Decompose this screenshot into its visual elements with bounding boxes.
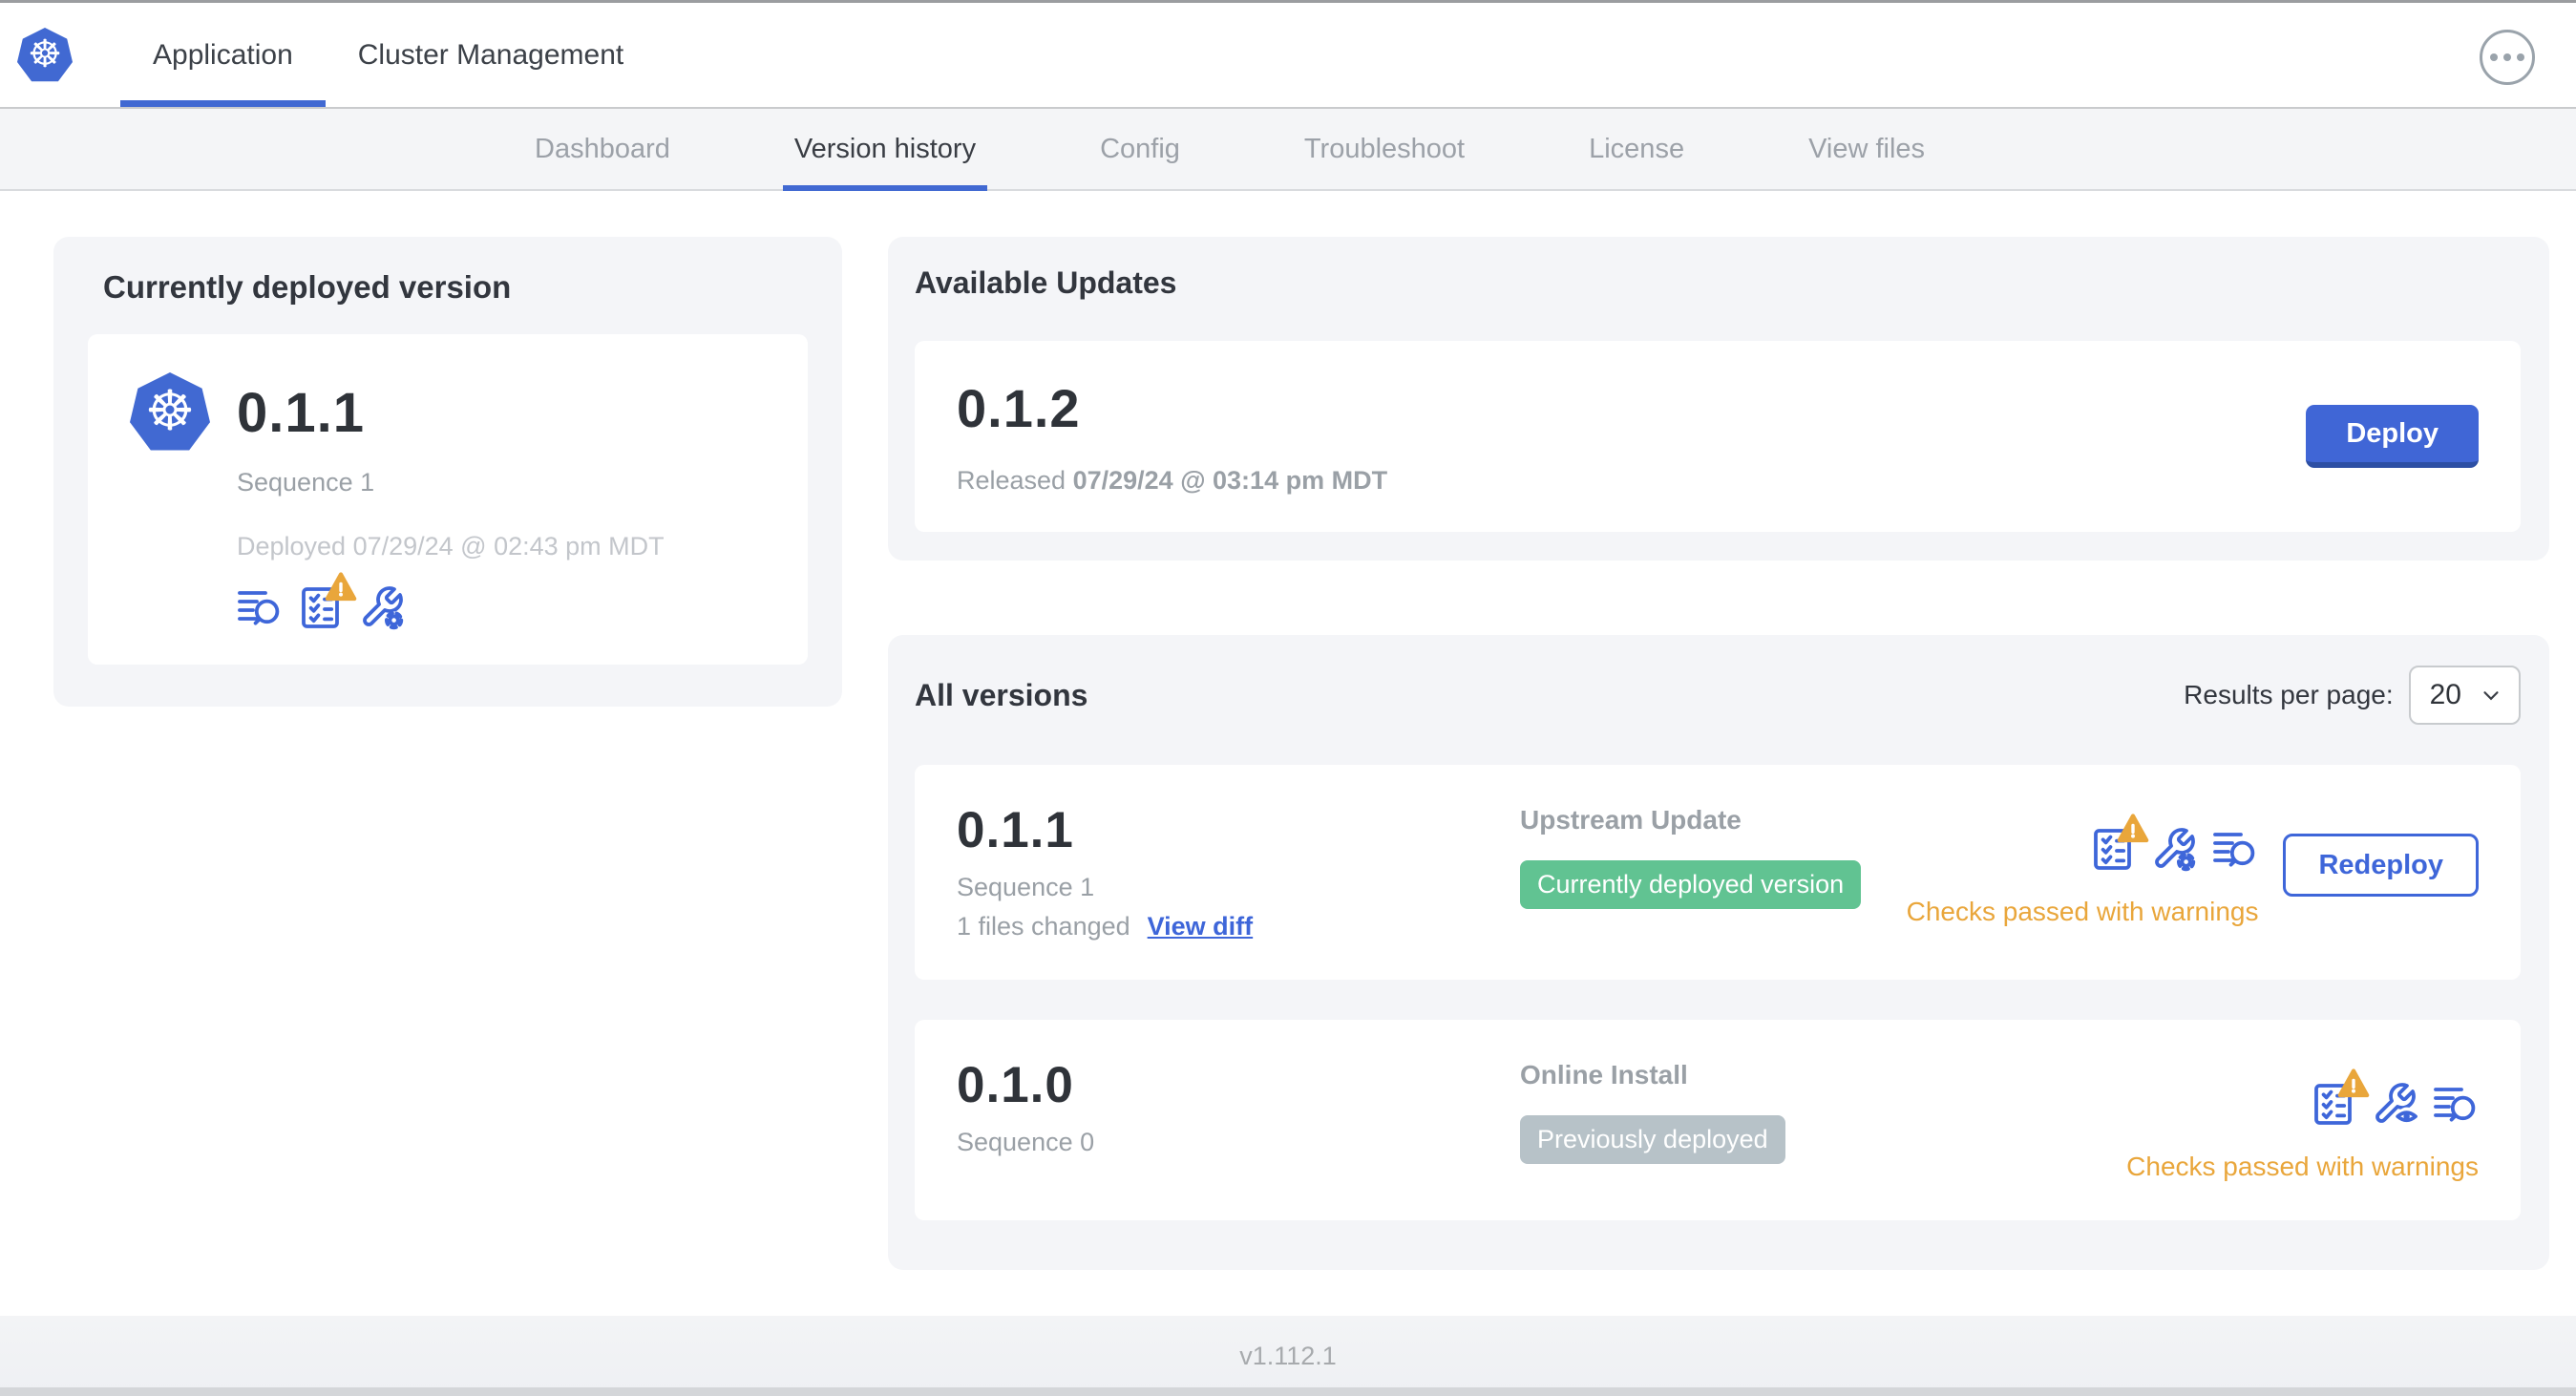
app-window: ☸ Application Cluster Management Dashboa… bbox=[0, 0, 2576, 1396]
tab-version-history[interactable]: Version history bbox=[782, 109, 988, 191]
currently-deployed-title: Currently deployed version bbox=[103, 269, 512, 305]
preflight-status-text: Checks passed with warnings bbox=[1906, 897, 2259, 926]
ellipsis-icon bbox=[2490, 53, 2498, 61]
row-version-number: 0.1.0 bbox=[957, 1057, 1074, 1113]
tab-application-label: Application bbox=[153, 38, 293, 71]
tab-application[interactable]: Application bbox=[120, 3, 326, 107]
diff-icon[interactable] bbox=[2433, 1081, 2479, 1127]
available-updates-title: Available Updates bbox=[915, 265, 1177, 300]
results-per-page: Results per page: 20 bbox=[2184, 666, 2521, 725]
diff-icon[interactable] bbox=[2212, 826, 2258, 872]
deployment-status-badge: Currently deployed version bbox=[1520, 860, 1862, 909]
all-versions-title: All versions bbox=[915, 677, 1088, 712]
kubernetes-logo: ☸ bbox=[17, 28, 73, 83]
all-versions-card: All versions Results per page: 20 0.1.1 … bbox=[888, 635, 2549, 1270]
preflight-status-text: Checks passed with warnings bbox=[2126, 1152, 2479, 1181]
console-version: v1.112.1 bbox=[1239, 1341, 1337, 1370]
version-source-label: Online Install bbox=[1520, 1060, 1688, 1089]
version-row-0-1-1: 0.1.1 Sequence 1 1 files changed View di… bbox=[915, 765, 2521, 980]
right-column: Available Updates 0.1.2 Released 07/29/2… bbox=[888, 237, 2549, 1270]
main-content: Currently deployed version ☸ 0.1.1 Seque… bbox=[0, 191, 2576, 1316]
currently-deployed-card: Currently deployed version ☸ 0.1.1 Seque… bbox=[53, 237, 842, 707]
kubernetes-app-icon: ☸ bbox=[130, 372, 210, 453]
update-released-line: Released 07/29/24 @ 03:14 pm MDT bbox=[957, 466, 1388, 495]
preflight-checks-warning-icon[interactable] bbox=[2311, 1068, 2370, 1127]
row-sequence: Sequence 0 bbox=[957, 1128, 1095, 1156]
config-eye-icon[interactable] bbox=[2372, 1081, 2418, 1127]
deploy-button[interactable]: Deploy bbox=[2306, 405, 2479, 468]
warning-triangle-icon bbox=[2337, 1068, 2370, 1100]
ship-wheel-icon: ☸ bbox=[28, 33, 62, 75]
update-version-number: 0.1.2 bbox=[957, 378, 1081, 438]
results-per-page-select[interactable]: 20 bbox=[2408, 666, 2521, 725]
preflight-checks-warning-icon[interactable] bbox=[298, 572, 357, 630]
top-navigation: ☸ Application Cluster Management bbox=[0, 3, 2576, 109]
version-row-0-1-0: 0.1.0 Sequence 0 Online Install Previous… bbox=[915, 1020, 2521, 1220]
deployed-version-panel: ☸ 0.1.1 Sequence 1 Deployed 07/29/24 @ 0… bbox=[88, 334, 808, 665]
deployed-version-number: 0.1.1 bbox=[237, 381, 365, 444]
config-gear-icon[interactable] bbox=[2151, 826, 2197, 872]
row-version-number: 0.1.1 bbox=[957, 802, 1074, 858]
preflight-checks-warning-icon[interactable] bbox=[2090, 814, 2149, 872]
app-sub-navigation: Dashboard Version history Config Trouble… bbox=[0, 109, 2576, 191]
deployed-timestamp: Deployed 07/29/24 @ 02:43 pm MDT bbox=[237, 532, 665, 561]
footer: v1.112.1 bbox=[0, 1316, 2576, 1396]
deployment-status-badge: Previously deployed bbox=[1520, 1115, 1785, 1164]
tab-troubleshoot[interactable]: Troubleshoot bbox=[1293, 109, 1476, 189]
tab-view-files[interactable]: View files bbox=[1797, 109, 1936, 189]
row-sequence: Sequence 1 bbox=[957, 873, 1095, 901]
tab-config[interactable]: Config bbox=[1088, 109, 1192, 189]
version-source-label: Upstream Update bbox=[1520, 805, 1742, 835]
view-diff-link[interactable]: View diff bbox=[1148, 912, 1254, 941]
warning-triangle-icon bbox=[2117, 813, 2149, 845]
results-per-page-label: Results per page: bbox=[2184, 680, 2394, 709]
diff-icon[interactable] bbox=[237, 584, 283, 630]
update-row: 0.1.2 Released 07/29/24 @ 03:14 pm MDT D… bbox=[915, 341, 2521, 532]
update-released-timestamp: 07/29/24 @ 03:14 pm MDT bbox=[1072, 466, 1388, 495]
overflow-menu-button[interactable] bbox=[2480, 30, 2535, 85]
tab-license[interactable]: License bbox=[1577, 109, 1696, 189]
available-updates-card: Available Updates 0.1.2 Released 07/29/2… bbox=[888, 237, 2549, 561]
chevron-down-icon bbox=[2483, 691, 2499, 701]
top-tabs: Application Cluster Management bbox=[120, 3, 656, 107]
files-changed-label: 1 files changed bbox=[957, 912, 1130, 941]
config-gear-icon[interactable] bbox=[359, 584, 405, 630]
redeploy-button[interactable]: Redeploy bbox=[2283, 834, 2479, 897]
tab-dashboard[interactable]: Dashboard bbox=[523, 109, 682, 189]
tab-cluster-management-label: Cluster Management bbox=[357, 38, 624, 71]
warning-triangle-icon bbox=[325, 571, 357, 603]
deployed-sequence: Sequence 1 bbox=[237, 468, 375, 497]
tab-cluster-management[interactable]: Cluster Management bbox=[326, 3, 656, 107]
